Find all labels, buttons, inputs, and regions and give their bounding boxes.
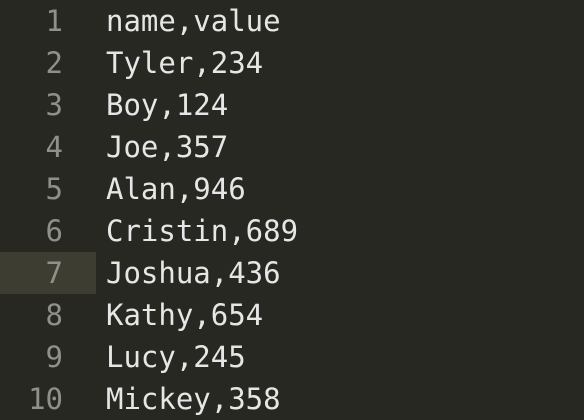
line-gutter: 6: [0, 210, 96, 252]
line-text[interactable]: Joshua,436: [106, 252, 281, 294]
line-number: 9: [45, 340, 63, 374]
editor-line-3[interactable]: 3 Boy,124: [0, 84, 584, 126]
editor-line-6[interactable]: 6 Cristin,689: [0, 210, 584, 252]
line-text[interactable]: name,value: [106, 0, 281, 42]
line-number: 4: [45, 130, 63, 164]
line-text[interactable]: Mickey,358: [106, 378, 281, 420]
line-text[interactable]: Boy,124: [106, 84, 228, 126]
line-text[interactable]: Alan,946: [106, 168, 246, 210]
editor-line-1[interactable]: 1 name,value: [0, 0, 584, 42]
line-text[interactable]: Tyler,234: [106, 42, 263, 84]
line-text[interactable]: Lucy,245: [106, 336, 246, 378]
line-number: 8: [45, 298, 63, 332]
line-gutter: 4: [0, 126, 96, 168]
line-gutter: 3: [0, 84, 96, 126]
line-gutter: 9: [0, 336, 96, 378]
editor-line-2[interactable]: 2 Tyler,234: [0, 42, 584, 84]
line-gutter: 2: [0, 42, 96, 84]
line-number: 1: [45, 4, 63, 38]
line-number: 10: [28, 382, 63, 416]
editor-line-10[interactable]: 10 Mickey,358: [0, 378, 584, 420]
line-gutter: 10: [0, 378, 96, 420]
line-text[interactable]: Kathy,654: [106, 294, 263, 336]
line-text[interactable]: Cristin,689: [106, 210, 298, 252]
editor-line-5[interactable]: 5 Alan,946: [0, 168, 584, 210]
line-number: 3: [45, 88, 63, 122]
code-editor[interactable]: 1 name,value 2 Tyler,234 3 Boy,124 4 Joe…: [0, 0, 584, 420]
line-number: 5: [45, 172, 63, 206]
line-number: 2: [45, 46, 63, 80]
editor-line-8[interactable]: 8 Kathy,654: [0, 294, 584, 336]
line-number: 7: [45, 256, 63, 290]
line-gutter: 1: [0, 0, 96, 42]
line-text[interactable]: Joe,357: [106, 126, 228, 168]
editor-line-7[interactable]: 7 Joshua,436: [0, 252, 584, 294]
line-number: 6: [45, 214, 63, 248]
active-line-gutter: 7: [0, 252, 96, 294]
editor-line-9[interactable]: 9 Lucy,245: [0, 336, 584, 378]
line-gutter: 5: [0, 168, 96, 210]
line-gutter: 8: [0, 294, 96, 336]
editor-line-4[interactable]: 4 Joe,357: [0, 126, 584, 168]
